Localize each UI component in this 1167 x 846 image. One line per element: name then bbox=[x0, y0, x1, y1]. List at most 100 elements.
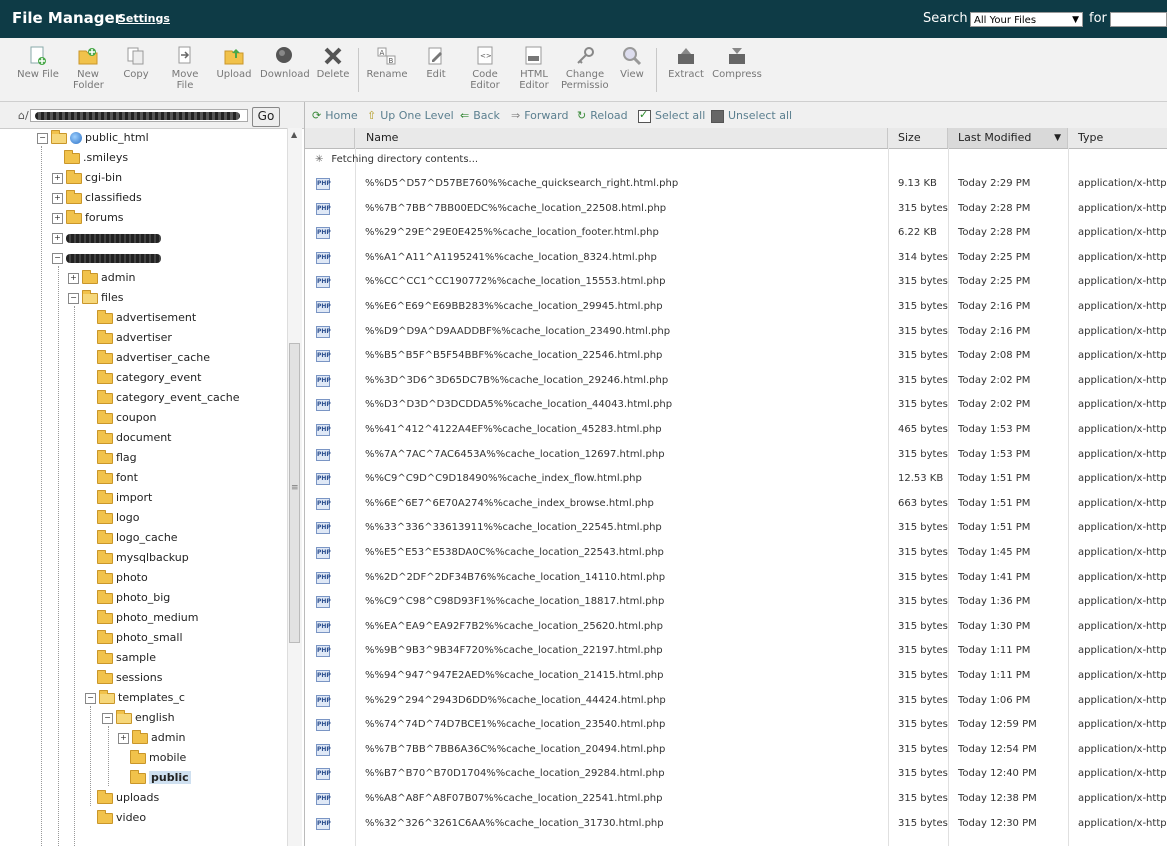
tree-node-admin[interactable]: + admin bbox=[68, 269, 135, 288]
new-file-button[interactable]: New File bbox=[16, 46, 60, 80]
file-row[interactable]: PHP %%7B^7BB^7BB00EDC%%cache_location_225… bbox=[305, 197, 1167, 222]
search-input[interactable] bbox=[1110, 12, 1167, 27]
go-button[interactable]: Go bbox=[252, 107, 280, 127]
tree-node-advertiser[interactable]: advertiser bbox=[97, 329, 172, 348]
tree-node-document[interactable]: document bbox=[97, 429, 172, 448]
collapse-icon[interactable]: − bbox=[37, 132, 48, 144]
file-row[interactable]: PHP %%7A^7AC^7AC6453A%%cache_location_126… bbox=[305, 443, 1167, 468]
tree-node-coupon[interactable]: coupon bbox=[97, 409, 156, 428]
file-row[interactable]: PHP %%A8^A8F^A8F07B07%%cache_location_225… bbox=[305, 787, 1167, 812]
file-row[interactable]: PHP %%B7^B70^B70D1704%%cache_location_292… bbox=[305, 762, 1167, 787]
tree-node-redacted[interactable]: − bbox=[52, 250, 161, 268]
tree-node-import[interactable]: import bbox=[97, 489, 152, 508]
file-row[interactable]: PHP %%E6^E69^E69BB283%%cache_location_299… bbox=[305, 295, 1167, 320]
tree-node-mobile[interactable]: mobile bbox=[130, 749, 186, 768]
tree-node-photo-big[interactable]: photo_big bbox=[97, 589, 170, 608]
tree-node-logo-cache[interactable]: logo_cache bbox=[97, 529, 178, 548]
file-row[interactable]: PHP %%A1^A11^A1195241%%cache_location_832… bbox=[305, 246, 1167, 271]
up-one-level-button[interactable]: ⇧ Up One Level bbox=[367, 109, 454, 122]
file-row[interactable]: PHP %%6E^6E7^6E70A274%%cache_index_browse… bbox=[305, 492, 1167, 517]
file-row[interactable]: PHP %%29^294^2943D6DD%%cache_location_444… bbox=[305, 689, 1167, 714]
tree-node-english-admin[interactable]: + admin bbox=[118, 729, 185, 748]
path-input[interactable] bbox=[30, 109, 248, 122]
tree-node-public[interactable]: public bbox=[130, 769, 191, 788]
tree-node-font[interactable]: font bbox=[97, 469, 138, 488]
collapse-icon[interactable]: − bbox=[52, 252, 63, 264]
rename-button[interactable]: AB Rename bbox=[364, 46, 410, 80]
select-all-button[interactable]: Select all bbox=[638, 108, 705, 123]
tree-node-category-event[interactable]: category_event bbox=[97, 369, 201, 388]
tree-node-photo-small[interactable]: photo_small bbox=[97, 629, 183, 648]
scrollbar-thumb[interactable] bbox=[289, 343, 300, 643]
tree-node-forums[interactable]: + forums bbox=[52, 209, 124, 228]
file-row[interactable]: PHP %%C9^C9D^C9D18490%%cache_index_flow.h… bbox=[305, 467, 1167, 492]
tree-node-category-event-cache[interactable]: category_event_cache bbox=[97, 389, 240, 408]
search-scope-select[interactable]: All Your Files ▼ bbox=[970, 12, 1083, 27]
edit-button[interactable]: Edit bbox=[420, 46, 452, 80]
code-editor-button[interactable]: <> Code Editor bbox=[465, 46, 505, 91]
tree-node-video[interactable]: video bbox=[97, 809, 146, 828]
tree-node-flag[interactable]: flag bbox=[97, 449, 137, 468]
file-row[interactable]: PHP %%9B^9B3^9B34F720%%cache_location_221… bbox=[305, 639, 1167, 664]
tree-scrollbar[interactable]: ▲ ≡ bbox=[287, 128, 302, 846]
file-row[interactable]: PHP %%7B^7BB^7BB6A36C%%cache_location_204… bbox=[305, 738, 1167, 763]
file-row[interactable]: PHP %%29^29E^29E0E425%%cache_location_foo… bbox=[305, 221, 1167, 246]
tree-node-english[interactable]: − english bbox=[102, 709, 175, 728]
file-row[interactable]: PHP %%EA^EA9^EA92F7B2%%cache_location_256… bbox=[305, 615, 1167, 640]
file-row[interactable]: PHP %%41^412^4122A4EF%%cache_location_452… bbox=[305, 418, 1167, 443]
file-row[interactable]: PHP %%E5^E53^E538DA0C%%cache_location_225… bbox=[305, 541, 1167, 566]
file-row[interactable]: PHP %%94^947^947E2AED%%cache_location_214… bbox=[305, 664, 1167, 689]
view-button[interactable]: View bbox=[617, 46, 647, 80]
change-permissions-button[interactable]: Change Permissions bbox=[561, 46, 609, 91]
back-button[interactable]: ⇐ Back bbox=[460, 109, 500, 122]
expand-icon[interactable]: + bbox=[52, 192, 63, 204]
expand-icon[interactable]: + bbox=[118, 732, 129, 744]
tree-node-redacted[interactable]: + bbox=[52, 230, 161, 248]
type-column-header[interactable]: Type bbox=[1068, 128, 1167, 148]
file-row[interactable]: PHP %%3D^3D6^3D65DC7B%%cache_location_292… bbox=[305, 369, 1167, 394]
tree-node-classifieds[interactable]: + classifieds bbox=[52, 189, 142, 208]
settings-link[interactable]: Settings bbox=[118, 12, 170, 25]
expand-icon[interactable]: + bbox=[68, 272, 79, 284]
delete-button[interactable]: Delete bbox=[314, 46, 352, 80]
collapse-icon[interactable]: − bbox=[85, 692, 96, 704]
tree-node-photo[interactable]: photo bbox=[97, 569, 148, 588]
expand-icon[interactable]: + bbox=[52, 232, 63, 244]
home-button[interactable]: ⟳ Home bbox=[312, 109, 358, 122]
file-row[interactable]: PHP %%B5^B5F^B5F54BBF%%cache_location_225… bbox=[305, 344, 1167, 369]
tree-node-advertiser-cache[interactable]: advertiser_cache bbox=[97, 349, 210, 368]
tree-node-cgi-bin[interactable]: + cgi-bin bbox=[52, 169, 122, 188]
tree-node-photo-medium[interactable]: photo_medium bbox=[97, 609, 198, 628]
file-row[interactable]: PHP %%2D^2DF^2DF34B76%%cache_location_141… bbox=[305, 566, 1167, 591]
tree-node-public-html[interactable]: − public_html bbox=[37, 129, 149, 148]
size-column-header[interactable]: Size bbox=[888, 128, 948, 148]
tree-node-logo[interactable]: logo bbox=[97, 509, 140, 528]
name-column-header[interactable]: Name bbox=[355, 128, 888, 148]
file-row[interactable]: PHP %%32^326^3261C6AA%%cache_location_317… bbox=[305, 812, 1167, 837]
download-button[interactable]: Download bbox=[260, 46, 310, 80]
html-editor-button[interactable]: HTML Editor bbox=[514, 46, 554, 91]
tree-node-sessions[interactable]: sessions bbox=[97, 669, 162, 688]
last-modified-column-header[interactable]: Last Modified ▼ bbox=[948, 128, 1068, 148]
file-row[interactable]: PHP %%33^336^33613911%%cache_location_225… bbox=[305, 516, 1167, 541]
expand-icon[interactable]: + bbox=[52, 212, 63, 224]
expand-icon[interactable]: + bbox=[52, 172, 63, 184]
file-row[interactable]: PHP %%CC^CC1^CC190772%%cache_location_155… bbox=[305, 270, 1167, 295]
copy-button[interactable]: Copy bbox=[118, 46, 154, 80]
tree-node-sample[interactable]: sample bbox=[97, 649, 156, 668]
tree-node-files[interactable]: − files bbox=[68, 289, 123, 308]
move-file-button[interactable]: Move File bbox=[164, 46, 206, 91]
file-row[interactable]: PHP %%C9^C98^C98D93F1%%cache_location_188… bbox=[305, 590, 1167, 615]
tree-node-advertisement[interactable]: advertisement bbox=[97, 309, 196, 328]
reload-button[interactable]: ↻ Reload bbox=[577, 109, 628, 122]
file-row[interactable]: PHP %%74^74D^74D7BCE1%%cache_location_235… bbox=[305, 713, 1167, 738]
scroll-up-icon[interactable]: ▲ bbox=[291, 130, 297, 139]
tree-node-smileys[interactable]: .smileys bbox=[64, 149, 128, 168]
new-folder-button[interactable]: New Folder bbox=[66, 46, 110, 91]
collapse-icon[interactable]: − bbox=[68, 292, 79, 304]
collapse-icon[interactable]: − bbox=[102, 712, 113, 724]
file-row[interactable]: PHP %%D3^D3D^D3DCDDA5%%cache_location_440… bbox=[305, 393, 1167, 418]
file-row[interactable]: PHP %%D5^D57^D57BE760%%cache_quicksearch_… bbox=[305, 172, 1167, 197]
unselect-all-button[interactable]: Unselect all bbox=[711, 109, 792, 123]
forward-button[interactable]: ⇒ Forward bbox=[511, 109, 568, 122]
